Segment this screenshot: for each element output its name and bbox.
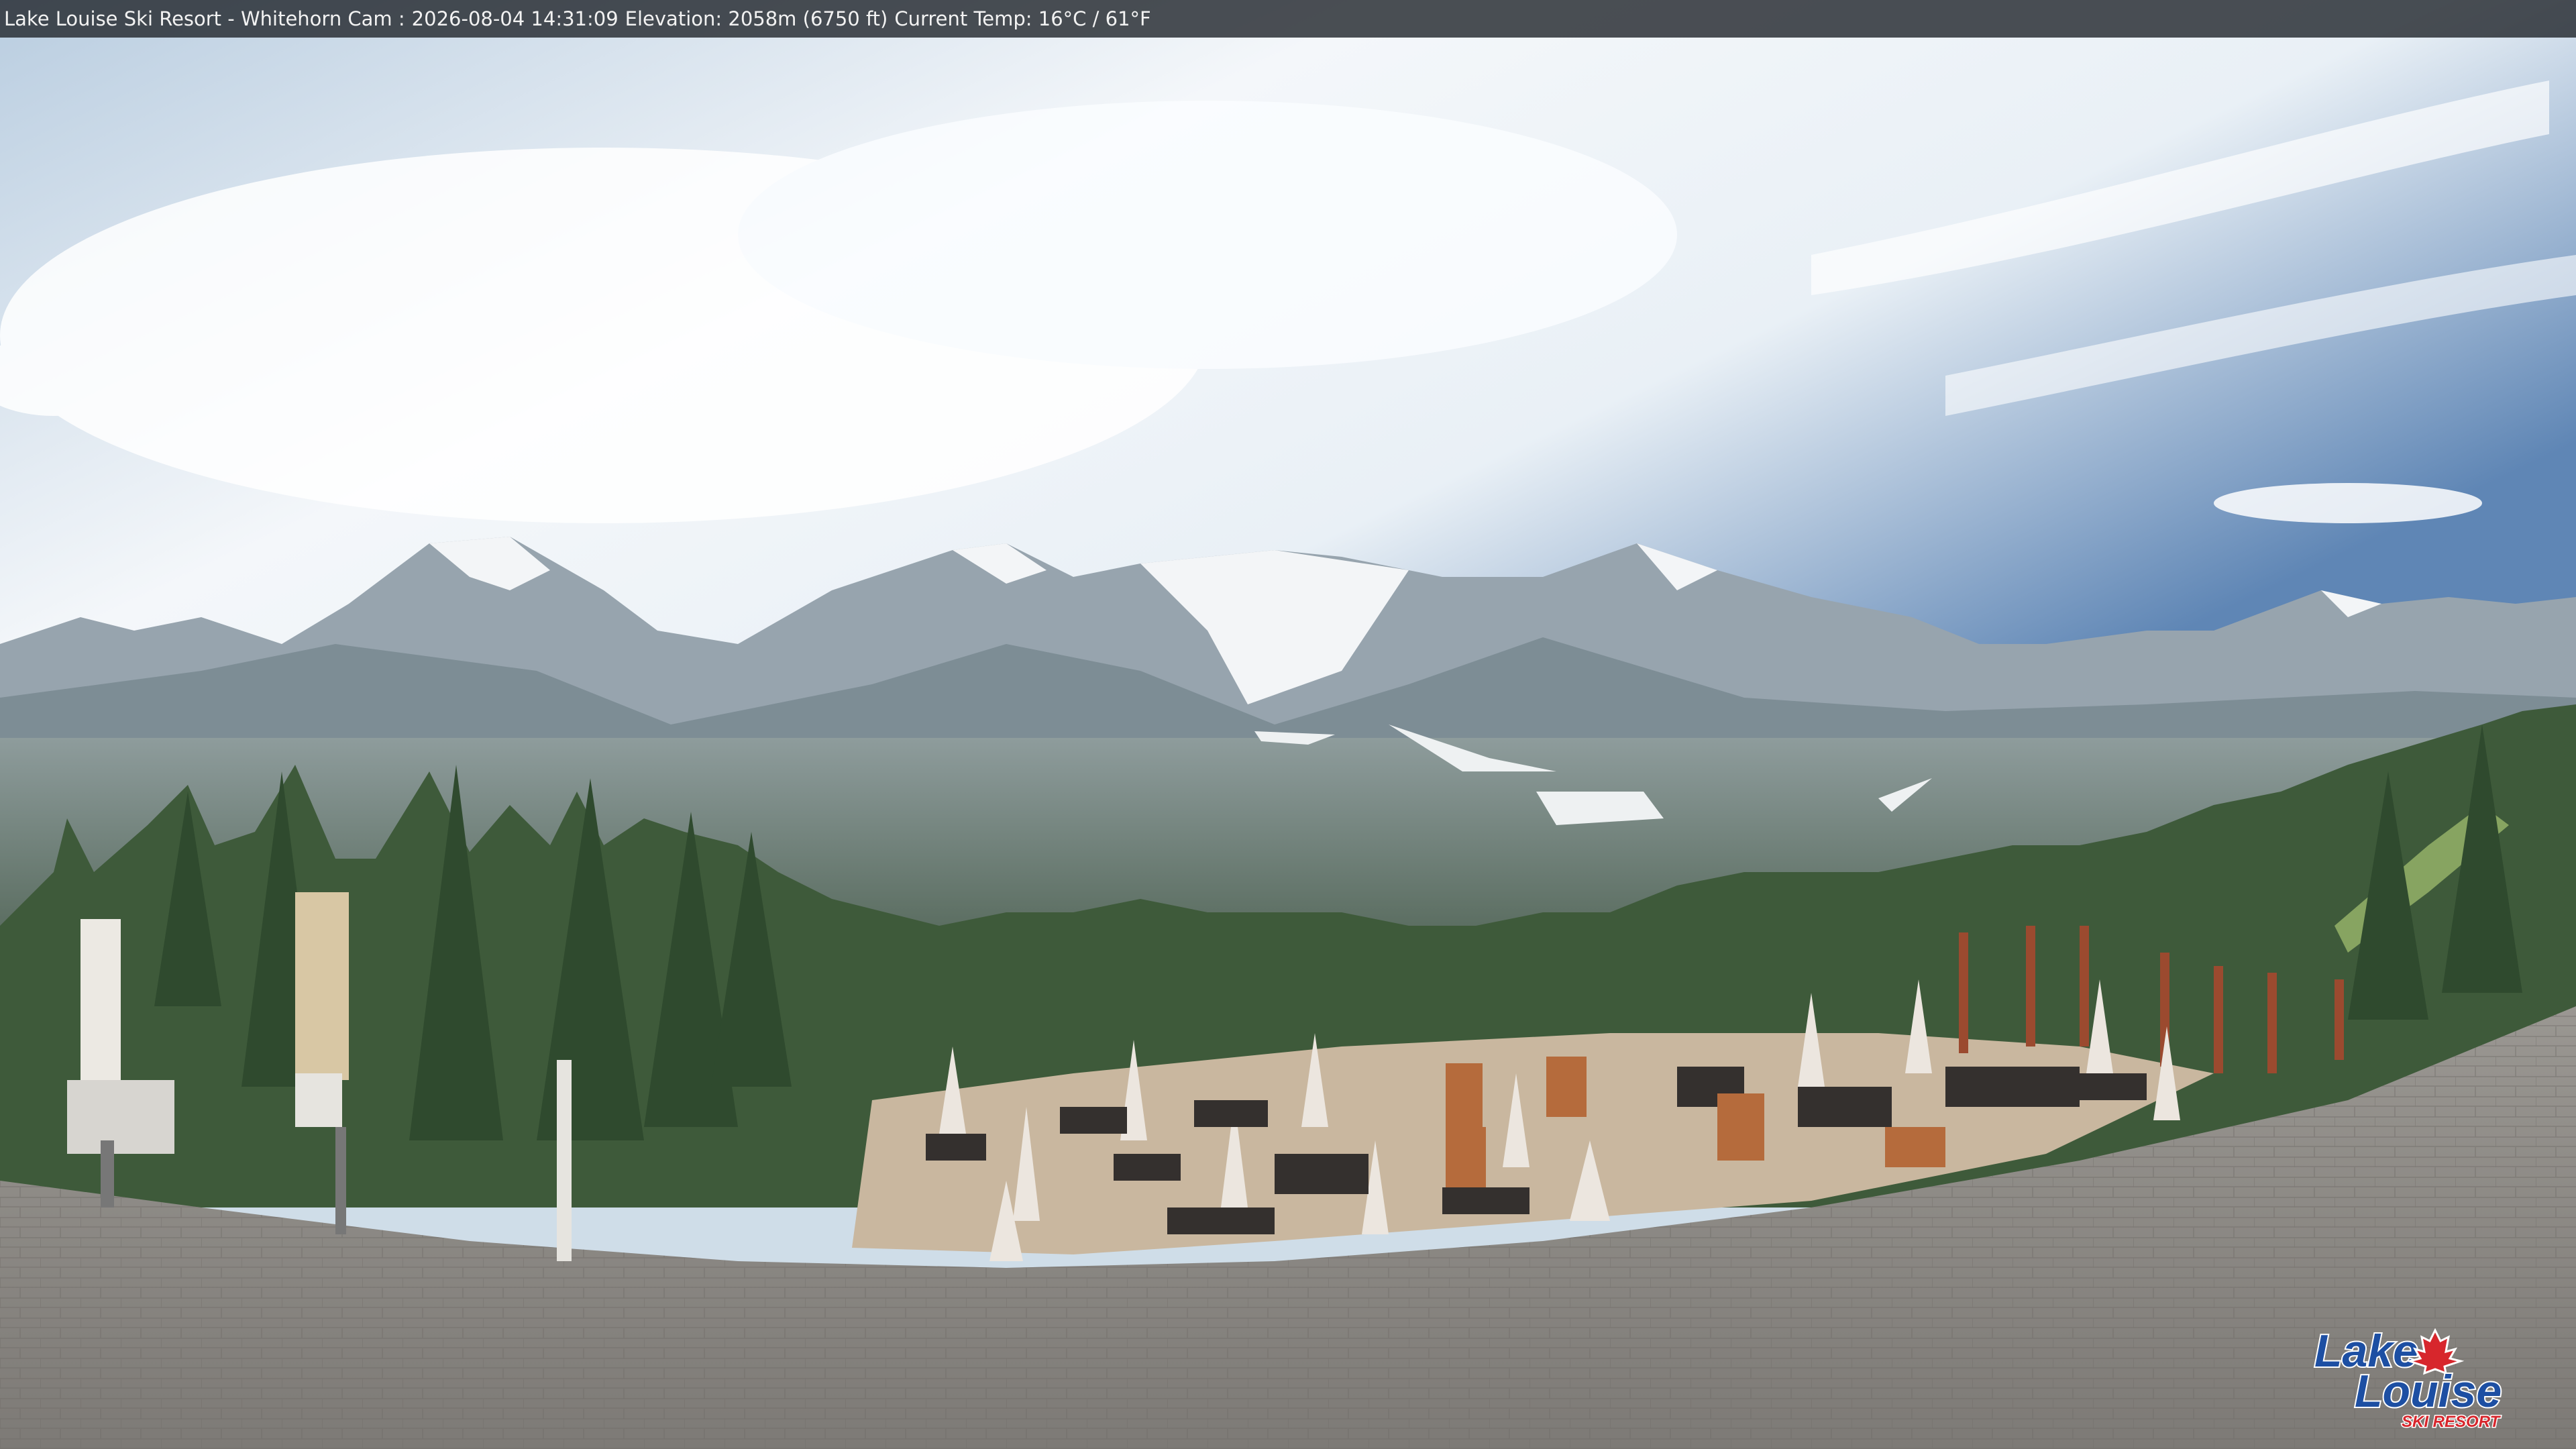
logo-line3: SKI RESORT bbox=[2402, 1413, 2502, 1431]
lake-louise-logo: Lake Louise SKI RESORT bbox=[2313, 1325, 2503, 1432]
camera-elevation: Elevation: 2058m (6750 ft) bbox=[625, 7, 888, 30]
logo-line2: Louise bbox=[2355, 1366, 2502, 1417]
camera-title: Lake Louise Ski Resort - Whitehorn Cam : bbox=[4, 7, 405, 30]
camera-info-bar: Lake Louise Ski Resort - Whitehorn Cam :… bbox=[0, 0, 2576, 38]
camera-temperature: Current Temp: 16°C / 61°F bbox=[894, 7, 1151, 30]
camera-timestamp: 2026-08-04 14:31:09 bbox=[411, 7, 619, 30]
webcam-scene bbox=[0, 0, 2576, 1449]
